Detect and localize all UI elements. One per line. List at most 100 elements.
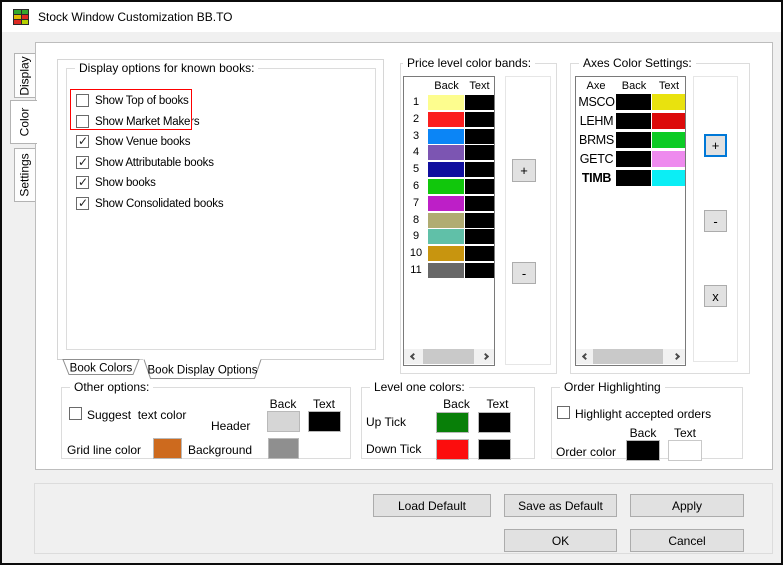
checkbox-row[interactable]: Show Top of books [76,94,366,115]
load-default-button[interactable]: Load Default [373,494,491,517]
text-color-swatch[interactable] [478,412,511,433]
ok-button[interactable]: OK [504,529,617,552]
axes-row[interactable]: TIMB [577,170,685,189]
grid-line-color-swatch[interactable] [153,438,182,459]
scroll-left-icon[interactable] [404,349,419,364]
text-color-swatch[interactable] [652,113,685,129]
back-color-swatch[interactable] [436,439,469,460]
text-color-swatch[interactable] [465,112,494,127]
text-color-swatch[interactable] [652,170,685,186]
back-color-swatch[interactable] [428,263,464,278]
price-band-number: 1 [404,95,428,110]
scrollbar-thumb[interactable] [593,349,663,364]
tab-display[interactable]: Display [14,53,35,98]
text-color-swatch[interactable] [652,94,685,110]
tab-color[interactable]: Color [10,100,37,144]
back-color-swatch[interactable] [428,112,464,127]
back-color-swatch[interactable] [428,213,464,228]
checkbox[interactable] [76,197,89,210]
text-color-swatch[interactable] [465,196,494,211]
text-color-swatch[interactable] [465,162,494,177]
text-color-swatch[interactable] [465,129,494,144]
tab-book-colors-label[interactable]: Book Colors [70,363,133,375]
header-text-swatch[interactable] [308,411,341,432]
back-color-swatch[interactable] [428,196,464,211]
save-as-default-button[interactable]: Save as Default [504,494,617,517]
cancel-button[interactable]: Cancel [630,529,744,552]
checkbox[interactable] [76,94,89,107]
checkbox[interactable] [76,115,89,128]
back-color-swatch[interactable] [616,132,651,148]
back-color-swatch[interactable] [428,145,464,160]
scroll-left-icon[interactable] [576,349,591,364]
price-band-row[interactable]: 1 [404,95,494,112]
level-one-rows: Up Tick Down Tick [366,412,528,465]
order-back-swatch[interactable] [626,440,660,461]
add-price-band-button[interactable]: + [512,159,536,182]
back-color-swatch[interactable] [616,151,651,167]
price-band-row[interactable]: 2 [404,112,494,129]
text-color-swatch[interactable] [465,246,494,261]
header-back-swatch[interactable] [267,411,300,432]
back-color-swatch[interactable] [616,170,651,186]
remove-price-band-button[interactable]: - [512,262,536,284]
checkbox[interactable] [76,156,89,169]
tab-settings[interactable]: Settings [14,148,35,202]
order-color-label: Order color [556,445,616,459]
back-color-swatch[interactable] [616,113,651,129]
back-color-swatch[interactable] [428,162,464,177]
scrollbar-track[interactable] [419,349,479,364]
text-color-swatch[interactable] [465,229,494,244]
text-color-swatch[interactable] [652,132,685,148]
scrollbar-track[interactable] [591,349,670,364]
checkbox-row[interactable]: Show Market Makers [76,115,366,136]
back-color-swatch[interactable] [436,412,469,433]
checkbox-row[interactable]: Show Consolidated books [76,197,366,218]
back-color-swatch[interactable] [616,94,651,110]
axes-row[interactable]: BRMS [577,132,685,151]
text-color-swatch[interactable] [652,151,685,167]
price-band-row[interactable]: 11 [404,263,494,280]
axes-row[interactable]: LEHM [577,113,685,132]
text-color-swatch[interactable] [465,213,494,228]
background-color-swatch[interactable] [268,438,299,459]
price-band-row[interactable]: 8 [404,213,494,230]
order-text-swatch[interactable] [668,440,702,461]
back-color-swatch[interactable] [428,95,464,110]
highlight-accepted-orders-checkbox[interactable] [557,406,570,419]
axes-table-scrollbar[interactable] [576,349,685,364]
checkbox[interactable] [76,176,89,189]
delete-axe-button[interactable]: x [704,285,727,307]
axes-row[interactable]: GETC [577,151,685,170]
add-axe-button[interactable]: + [704,134,727,157]
axes-row[interactable]: MSCO [577,94,685,113]
scroll-right-icon[interactable] [670,349,685,364]
tab-book-display-options-label[interactable]: Book Display Options [148,365,258,377]
back-color-swatch[interactable] [428,229,464,244]
price-table-scrollbar[interactable] [404,349,494,364]
text-color-swatch[interactable] [465,95,494,110]
price-band-row[interactable]: 10 [404,246,494,263]
checkbox-row[interactable]: Show Attributable books [76,156,366,177]
text-color-swatch[interactable] [478,439,511,460]
remove-axe-button[interactable]: - [704,210,727,232]
price-band-row[interactable]: 4 [404,145,494,162]
price-band-row[interactable]: 5 [404,162,494,179]
apply-button[interactable]: Apply [630,494,744,517]
price-band-row[interactable]: 7 [404,196,494,213]
checkbox-row[interactable]: Show books [76,176,366,197]
back-color-swatch[interactable] [428,246,464,261]
price-band-row[interactable]: 9 [404,229,494,246]
text-color-swatch[interactable] [465,179,494,194]
checkbox[interactable] [76,135,89,148]
suggest-text-color-checkbox[interactable] [69,407,82,420]
scroll-right-icon[interactable] [479,349,494,364]
text-color-swatch[interactable] [465,145,494,160]
back-color-swatch[interactable] [428,129,464,144]
price-band-row[interactable]: 3 [404,129,494,146]
text-color-swatch[interactable] [465,263,494,278]
price-band-row[interactable]: 6 [404,179,494,196]
checkbox-row[interactable]: Show Venue books [76,135,366,156]
scrollbar-thumb[interactable] [423,349,474,364]
back-color-swatch[interactable] [428,179,464,194]
